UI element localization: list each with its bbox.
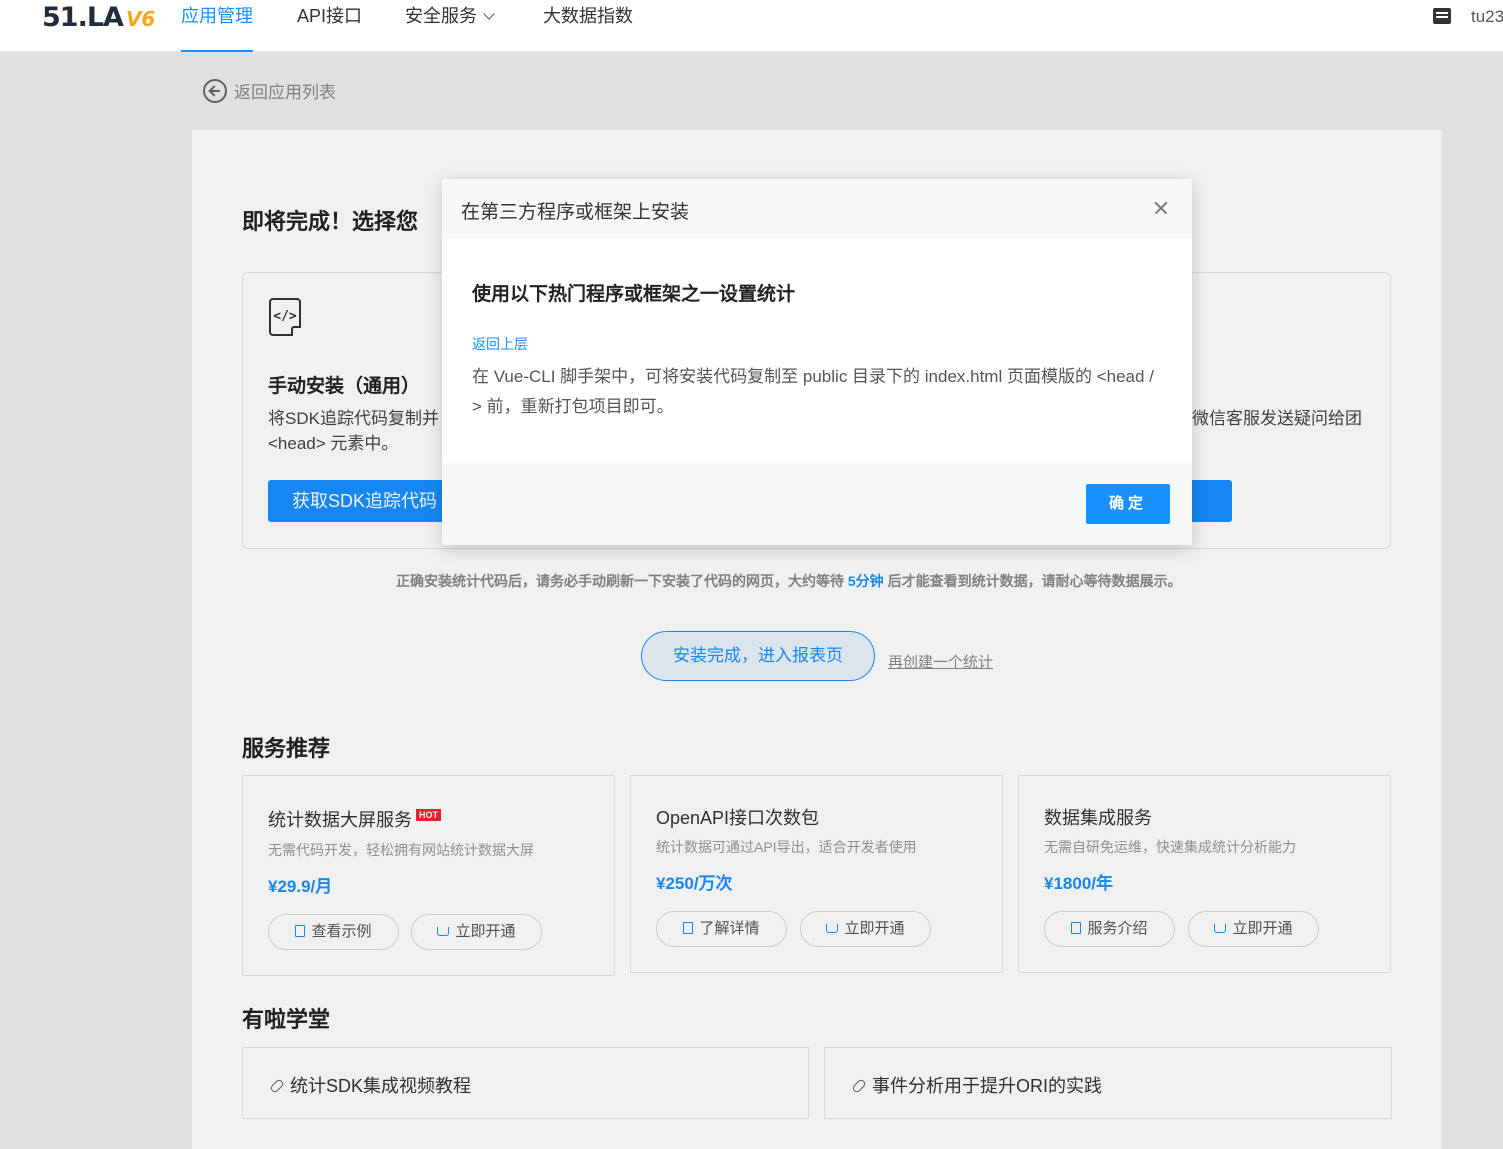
service-name-label: 统计数据大屏服务 bbox=[268, 810, 412, 830]
cart-icon bbox=[437, 927, 450, 936]
cart-icon bbox=[1214, 924, 1227, 933]
hot-badge: HOT bbox=[416, 809, 441, 821]
link-icon bbox=[851, 1078, 867, 1094]
notice-wait-time: 5分钟 bbox=[847, 573, 884, 589]
nav-item-big-data[interactable]: 大数据指数 bbox=[543, 6, 633, 52]
activate-button[interactable]: 立即开通 bbox=[800, 911, 931, 947]
notice-text-before: 正确安装统计代码后，请务必手动刷新一下安装了代码的网页，大约等待 bbox=[396, 573, 848, 589]
install-done-button[interactable]: 安装完成，进入报表页 bbox=[641, 631, 875, 681]
learning-title: 有啦学堂 bbox=[242, 1007, 331, 1032]
user-name[interactable]: tu23 bbox=[1471, 7, 1503, 27]
create-another-link[interactable]: 再创建一个统计 bbox=[888, 651, 993, 672]
service-price: ¥250/万次 bbox=[656, 874, 733, 893]
modal-title: 在第三方程序或框架上安装 bbox=[461, 202, 690, 223]
nav-item-app-management[interactable]: 应用管理 bbox=[181, 6, 253, 52]
confirm-button[interactable]: 确定 bbox=[1086, 484, 1170, 524]
logo[interactable]: 51.LA V6 bbox=[42, 2, 155, 36]
service-desc: 无需自研免运维，快速集成统计分析能力 bbox=[1044, 839, 1296, 855]
service-name: OpenAPI接口次数包 bbox=[656, 808, 820, 828]
install-notice: 正确安装统计代码后，请务必手动刷新一下安装了代码的网页，大约等待 5分钟 后才能… bbox=[396, 571, 1182, 591]
message-icon[interactable] bbox=[1432, 7, 1452, 25]
service-desc: 无需代码开发，轻松拥有网站统计数据大屏 bbox=[268, 842, 534, 858]
modal-back-link[interactable]: 返回上层 bbox=[472, 334, 528, 354]
manual-install-desc: 将SDK追踪代码复制并 bbox=[268, 409, 439, 428]
learn-card-text: 统计SDK集成视频教程 bbox=[290, 1076, 472, 1096]
top-nav: 51.LA V6 应用管理 API接口 安全服务 大数据指数 tu23 bbox=[0, 0, 1503, 52]
activate-label: 立即开通 bbox=[455, 923, 516, 940]
learn-card-label: 统计SDK集成视频教程 bbox=[269, 1072, 472, 1098]
manual-install-desc-2: <head> 元素中。 bbox=[268, 434, 399, 453]
support-button[interactable] bbox=[1188, 480, 1232, 522]
back-arrow-icon bbox=[203, 78, 227, 103]
document-icon bbox=[1071, 922, 1082, 934]
support-desc: 微信客服发送疑问给团 bbox=[1192, 409, 1362, 428]
activate-label: 立即开通 bbox=[844, 920, 905, 937]
modal-instruction-text: 在 Vue-CLI 脚手架中，可将安装代码复制至 public 目录下的 ind… bbox=[472, 367, 1154, 416]
service-desc: 统计数据可通过API导出，适合开发者使用 bbox=[656, 839, 917, 855]
activate-button[interactable]: 立即开通 bbox=[411, 914, 542, 950]
learn-card-sdk-video[interactable]: 统计SDK集成视频教程 bbox=[242, 1047, 809, 1119]
service-price: ¥1800/年 bbox=[1044, 874, 1113, 893]
close-icon[interactable] bbox=[1152, 199, 1170, 217]
modal-header: 在第三方程序或框架上安装 bbox=[442, 179, 1192, 239]
document-icon bbox=[295, 925, 306, 937]
nav-item-security-label: 安全服务 bbox=[405, 6, 477, 26]
view-example-label: 查看示例 bbox=[311, 923, 372, 940]
cart-icon bbox=[826, 924, 839, 933]
document-icon bbox=[683, 922, 694, 934]
service-intro-label: 服务介绍 bbox=[1087, 920, 1148, 937]
third-party-install-modal: 在第三方程序或框架上安装 使用以下热门程序或框架之一设置统计 返回上层 在 Vu… bbox=[442, 179, 1192, 545]
get-sdk-code-button[interactable]: 获取SDK追踪代码 bbox=[268, 480, 448, 522]
modal-footer bbox=[442, 463, 1192, 545]
service-price: ¥29.9/月 bbox=[268, 877, 333, 896]
notice-text-after: 后才能查看到统计数据，请耐心等待数据展示。 bbox=[883, 573, 1182, 589]
chevron-down-icon bbox=[483, 8, 495, 20]
modal-heading: 使用以下热门程序或框架之一设置统计 bbox=[472, 284, 796, 305]
step-title: 即将完成！选择您 bbox=[242, 209, 419, 234]
manual-install-title: 手动安装（通用） bbox=[268, 376, 421, 397]
learn-card-label: 事件分析用于提升ORI的实践 bbox=[851, 1072, 1102, 1098]
back-to-app-list[interactable]: 返回应用列表 bbox=[203, 78, 336, 103]
learn-card-text: 事件分析用于提升ORI的实践 bbox=[872, 1076, 1102, 1096]
link-icon bbox=[269, 1078, 285, 1094]
activate-button[interactable]: 立即开通 bbox=[1188, 911, 1319, 947]
service-card-openapi: OpenAPI接口次数包 统计数据可通过API导出，适合开发者使用 ¥250/万… bbox=[630, 775, 1003, 973]
service-intro-button[interactable]: 服务介绍 bbox=[1044, 911, 1175, 947]
activate-label: 立即开通 bbox=[1232, 920, 1293, 937]
service-card-dashboard: 统计数据大屏服务 HOT 无需代码开发，轻松拥有网站统计数据大屏 ¥29.9/月 … bbox=[242, 775, 615, 976]
view-example-button[interactable]: 查看示例 bbox=[268, 914, 399, 950]
logo-version: V6 bbox=[125, 7, 156, 31]
back-link-label: 返回应用列表 bbox=[234, 83, 336, 102]
services-title: 服务推荐 bbox=[242, 736, 331, 761]
learn-card-event-analysis[interactable]: 事件分析用于提升ORI的实践 bbox=[824, 1047, 1392, 1119]
learn-more-button[interactable]: 了解详情 bbox=[656, 911, 787, 947]
service-card-integration: 数据集成服务 无需自研免运维，快速集成统计分析能力 ¥1800/年 服务介绍 立… bbox=[1018, 775, 1391, 973]
logo-main: 51.LA bbox=[42, 2, 124, 33]
code-file-icon: </> bbox=[269, 298, 301, 336]
nav-item-api[interactable]: API接口 bbox=[297, 6, 362, 52]
nav-item-security[interactable]: 安全服务 bbox=[405, 6, 495, 52]
learn-more-label: 了解详情 bbox=[699, 920, 760, 937]
service-name: 统计数据大屏服务 HOT bbox=[268, 806, 441, 832]
service-name: 数据集成服务 bbox=[1044, 808, 1152, 828]
